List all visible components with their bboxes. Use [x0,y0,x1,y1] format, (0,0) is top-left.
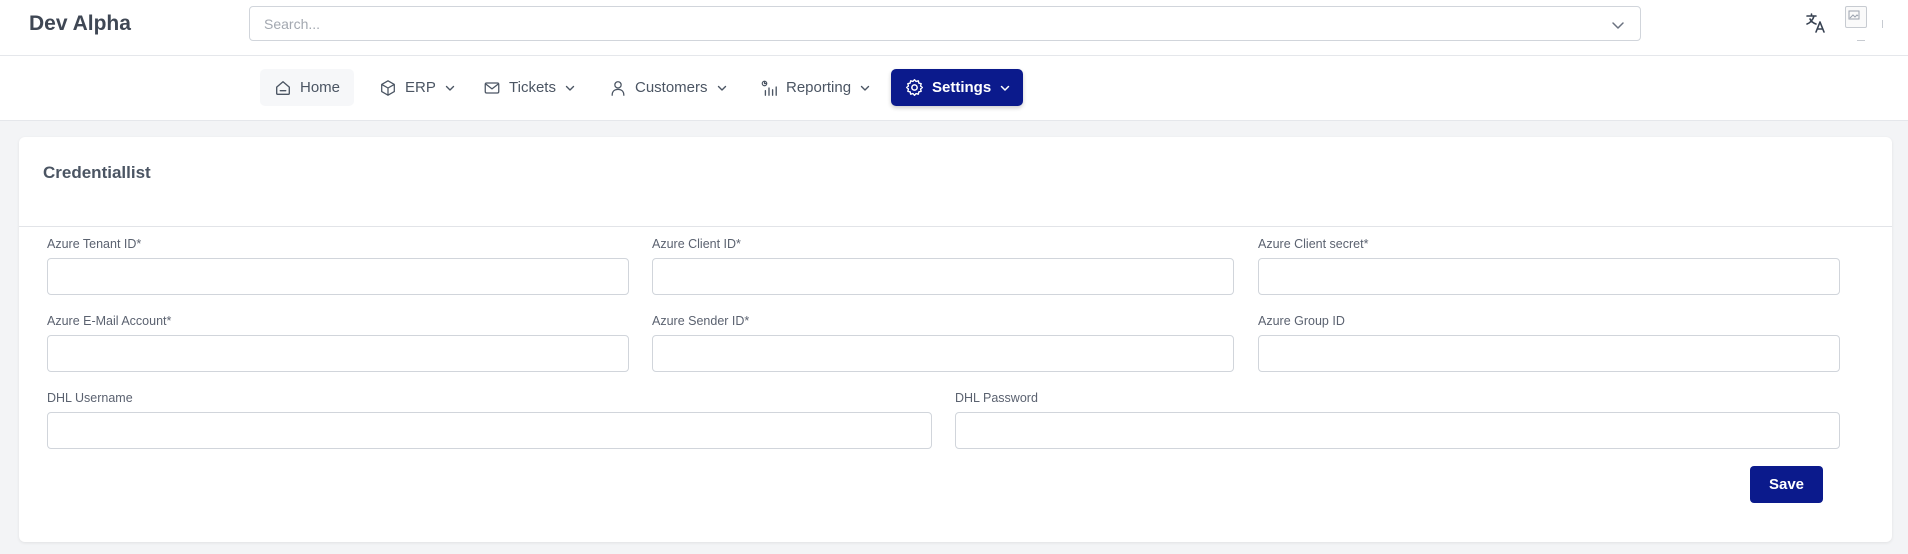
brand-title[interactable]: Dev Alpha [29,12,131,36]
nav-label-tickets: Tickets [509,79,556,96]
top-header: Dev Alpha [0,0,1908,56]
nav-label-reporting: Reporting [786,79,852,96]
broken-image-icon [1848,10,1860,20]
chevron-down-icon [565,85,575,91]
chart-icon [761,80,777,96]
chevron-down-icon [1000,85,1010,91]
cube-icon [381,79,395,96]
nav-item-customers[interactable]: Customers [595,69,742,106]
nav-item-home[interactable]: Home [260,69,355,106]
label-azure-client-secret: Azure Client secret* [1258,237,1369,251]
home-icon [276,80,290,95]
avatar-underline [1857,40,1865,41]
input-azure-sender-id[interactable] [652,335,1234,372]
label-azure-group-id: Azure Group ID [1258,314,1345,328]
search-input[interactable] [250,7,1604,40]
label-azure-tenant-id: Azure Tenant ID* [47,237,142,251]
card-divider [19,226,1892,227]
nav-item-tickets[interactable]: Tickets [469,69,590,106]
chevron-down-icon [717,85,726,91]
card-title: Credentiallist [43,163,151,182]
nav-item-erp[interactable]: ERP [365,69,470,106]
input-azure-client-id[interactable] [652,258,1234,295]
credentials-card: Credentiallist Azure Tenant ID* Azure Cl… [19,137,1892,542]
chevron-down-icon [860,85,870,91]
input-dhl-username[interactable] [47,412,932,449]
input-azure-client-secret[interactable] [1258,258,1840,295]
search-box[interactable] [249,6,1641,41]
translate-icon[interactable] [1804,11,1828,35]
save-button[interactable]: Save [1750,466,1823,503]
avatar-divider [1882,20,1883,28]
nav-label-erp: ERP [405,79,436,96]
chevron-down-icon[interactable] [1610,17,1626,33]
label-dhl-password: DHL Password [955,391,1038,405]
label-azure-client-id: Azure Client ID* [652,237,741,251]
nav-label-customers: Customers [635,79,708,96]
label-azure-email-account: Azure E-Mail Account* [47,314,172,328]
chevron-down-icon [445,85,455,91]
input-azure-group-id[interactable] [1258,335,1840,372]
nav-item-reporting[interactable]: Reporting [746,69,885,106]
user-icon [611,80,625,96]
input-azure-tenant-id[interactable] [47,258,629,295]
avatar[interactable] [1845,6,1867,28]
input-azure-email-account[interactable] [47,335,629,372]
gear-icon [905,78,924,97]
main-nav: Home ERP Tickets Customers Reporting Set… [0,56,1908,121]
mail-icon [484,81,500,94]
nav-label-settings: Settings [932,79,992,96]
label-azure-sender-id: Azure Sender ID* [652,314,750,328]
nav-label-home: Home [300,79,341,96]
label-dhl-username: DHL Username [47,391,133,405]
nav-item-settings[interactable]: Settings [891,69,1023,106]
input-dhl-password[interactable] [955,412,1840,449]
